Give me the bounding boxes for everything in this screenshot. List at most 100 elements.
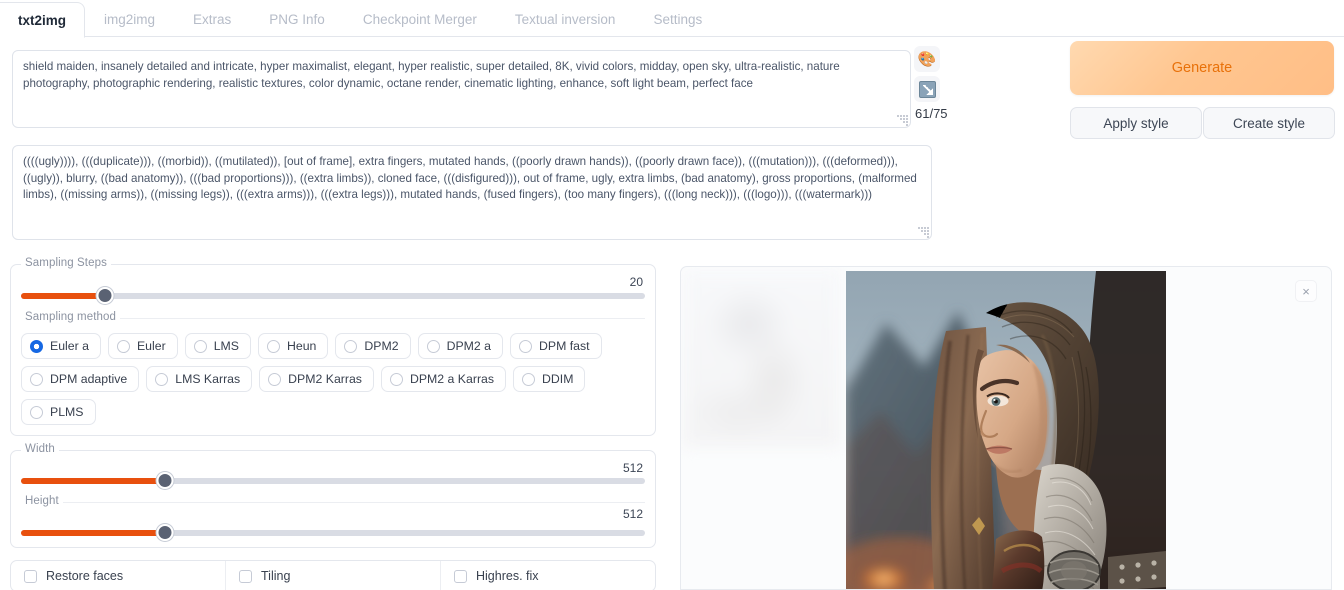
sampler-option-label: DPM2 Karras	[288, 372, 362, 386]
height-fill	[21, 530, 165, 536]
tab-extras[interactable]: Extras	[174, 1, 250, 37]
generated-image[interactable]	[846, 271, 1166, 589]
apply-style-button[interactable]: Apply style	[1070, 107, 1202, 139]
height-thumb[interactable]	[156, 524, 174, 541]
sampler-option-label: DPM adaptive	[50, 372, 128, 386]
sampler-option-label: DPM2	[364, 339, 399, 353]
checkbox-icon	[239, 569, 252, 583]
prompt-container	[12, 50, 911, 128]
sampler-option-label: Euler a	[50, 339, 89, 353]
width-thumb[interactable]	[156, 472, 174, 489]
radio-icon	[30, 405, 43, 419]
radio-icon	[155, 372, 169, 386]
tab-list: txt2img img2img Extras PNG Info Checkpoint M…	[0, 0, 1344, 38]
tab-txt2img[interactable]: txt2img	[0, 2, 86, 38]
sampling-group: Sampling Steps 20 Sampling method Euler …	[10, 257, 656, 436]
sampler-option-label: DPM2 a Karras	[409, 372, 495, 386]
sampling-method-options: Euler a Euler LMS Heun DPM2 DPM2 a DPM fast DPM…	[21, 333, 645, 425]
radio-icon	[426, 339, 440, 353]
sampler-option-dpm2[interactable]: DPM2	[335, 333, 411, 359]
sampler-option-lms[interactable]: LMS	[184, 333, 251, 359]
close-icon[interactable]: ×	[1295, 280, 1317, 302]
sampler-option-label: PLMS	[50, 405, 84, 419]
tab-label: txt2img	[18, 13, 67, 28]
sampler-option-label: LMS	[213, 339, 239, 353]
prompt-input[interactable]	[12, 50, 911, 128]
token-counter: 61/75	[915, 106, 948, 121]
sampler-option-label: Euler	[136, 339, 166, 353]
height-slider[interactable]	[21, 524, 645, 541]
tab-label: PNG Info	[269, 12, 325, 27]
prompt-tools-column: 🎨 61/75	[914, 46, 954, 121]
tab-label: Checkpoint Merger	[362, 12, 477, 27]
radio-icon	[518, 339, 532, 353]
sampler-option-lms-karras[interactable]: LMS Karras	[146, 366, 253, 392]
sampler-option-dpm-fast[interactable]: DPM fast	[509, 333, 602, 359]
toggles-group: Restore faces Tiling Highres. fix	[10, 560, 656, 590]
tab-label: Textual inversion	[514, 12, 616, 27]
height-value: 512	[622, 507, 643, 521]
sampling-steps-fill	[21, 293, 106, 299]
tab-label: img2img	[104, 12, 156, 27]
image-preview-panel: ×	[680, 266, 1332, 590]
sampler-option-euler-a[interactable]: Euler a	[21, 333, 101, 359]
radio-icon	[268, 372, 282, 386]
sampling-steps-value: 20	[629, 275, 643, 289]
sampler-option-label: DDIM	[542, 372, 574, 386]
sampler-option-dpm2-a[interactable]: DPM2 a	[417, 333, 503, 359]
tab-textual-inversion[interactable]: Textual inversion	[496, 1, 635, 37]
sampler-option-plms[interactable]: PLMS	[21, 399, 96, 425]
tab-checkpoint-merger[interactable]: Checkpoint Merger	[344, 1, 496, 37]
restore-progress-icon[interactable]	[914, 76, 940, 102]
negative-prompt-container	[12, 145, 932, 240]
radio-icon	[30, 339, 43, 353]
preview-placeholder-blur	[683, 271, 840, 447]
checkbox-label: Tiling	[261, 569, 291, 583]
sampler-option-heun[interactable]: Heun	[257, 333, 329, 359]
sampler-option-label: Heun	[286, 339, 317, 353]
sampler-option-euler[interactable]: Euler	[107, 333, 178, 359]
sampling-method-section: Sampling method Euler a Euler LMS Heun DPM2 D…	[21, 311, 645, 425]
checkbox-label: Restore faces	[46, 569, 124, 583]
checkbox-restore-faces[interactable]: Restore faces	[11, 561, 226, 590]
sampler-option-dpm-adaptive[interactable]: DPM adaptive	[21, 366, 140, 392]
height-section: Height 512	[21, 495, 645, 541]
tab-label: Settings	[653, 12, 703, 27]
tab-settings[interactable]: Settings	[634, 1, 721, 37]
width-label: Width	[21, 443, 59, 455]
width-slider[interactable]	[21, 472, 645, 489]
radio-icon	[266, 339, 280, 353]
sampler-option-label: LMS Karras	[175, 372, 241, 386]
sampling-method-label: Sampling method	[21, 311, 120, 323]
sampler-option-dpm2-a-karras[interactable]: DPM2 a Karras	[380, 366, 507, 392]
sampling-steps-label: Sampling Steps	[21, 257, 111, 269]
radio-icon	[344, 339, 358, 353]
checkbox-label: Highres. fix	[476, 569, 539, 583]
tab-png-info[interactable]: PNG Info	[250, 1, 344, 37]
dimensions-group: Width 512 Height 512	[10, 443, 656, 548]
checkbox-highres-fix[interactable]: Highres. fix	[441, 561, 655, 590]
checkbox-tiling[interactable]: Tiling	[226, 561, 441, 590]
paintbrush-palette-icon[interactable]: 🎨	[914, 46, 940, 72]
tab-bar: txt2img img2img Extras PNG Info Checkpoint M…	[0, 0, 1344, 38]
tab-label: Extras	[193, 12, 232, 27]
negative-prompt-input[interactable]	[12, 145, 932, 240]
tab-img2img[interactable]: img2img	[85, 1, 174, 37]
create-style-button[interactable]: Create style	[1203, 107, 1335, 139]
settings-panel: Sampling Steps 20 Sampling method Euler …	[10, 257, 656, 590]
sampler-option-ddim[interactable]: DDIM	[513, 366, 586, 392]
sampler-option-dpm2-karras[interactable]: DPM2 Karras	[259, 366, 374, 392]
radio-icon	[193, 339, 207, 353]
height-label: Height	[21, 495, 63, 507]
sampling-steps-thumb[interactable]	[96, 287, 114, 304]
radio-icon	[116, 339, 130, 353]
sampling-steps-slider[interactable]	[21, 287, 645, 304]
sampler-option-label: DPM fast	[538, 339, 590, 353]
restore-arrow-glyph	[918, 80, 936, 98]
checkbox-icon	[24, 569, 37, 583]
radio-icon	[389, 372, 403, 386]
generated-image-art	[846, 271, 1166, 589]
sampler-option-label: DPM2 a	[446, 339, 491, 353]
toggles-row: Restore faces Tiling Highres. fix	[11, 561, 655, 590]
generate-button[interactable]: Generate	[1070, 41, 1334, 95]
